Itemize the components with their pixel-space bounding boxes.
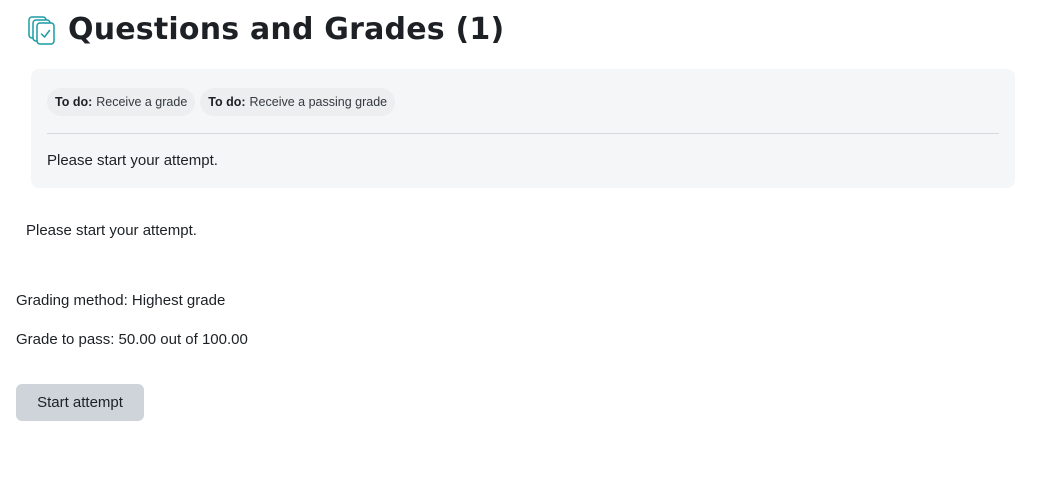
badge-text: Receive a grade	[96, 95, 188, 109]
badge-text: Receive a passing grade	[249, 95, 388, 109]
start-attempt-button[interactable]: Start attempt	[16, 384, 144, 421]
completion-requirements: To do: Receive a grade To do: Receive a …	[47, 69, 999, 116]
quiz-icon	[26, 14, 58, 46]
activity-message: Please start your attempt.	[47, 152, 218, 169]
completion-badge-receive-grade: To do: Receive a grade	[47, 88, 196, 116]
completion-badge-passing-grade: To do: Receive a passing grade	[200, 88, 396, 116]
grade-to-pass: Grade to pass: 50.00 out of 100.00	[16, 331, 248, 348]
activity-info-panel: To do: Receive a grade To do: Receive a …	[31, 69, 1015, 188]
badge-prefix: To do:	[208, 95, 246, 109]
divider	[47, 133, 999, 134]
quiz-intro: Please start your attempt.	[26, 222, 197, 239]
page-title: Questions and Grades (1)	[68, 12, 505, 47]
page-header: Questions and Grades (1)	[26, 12, 504, 48]
badge-prefix: To do:	[55, 95, 93, 109]
grading-method: Grading method: Highest grade	[16, 292, 226, 309]
